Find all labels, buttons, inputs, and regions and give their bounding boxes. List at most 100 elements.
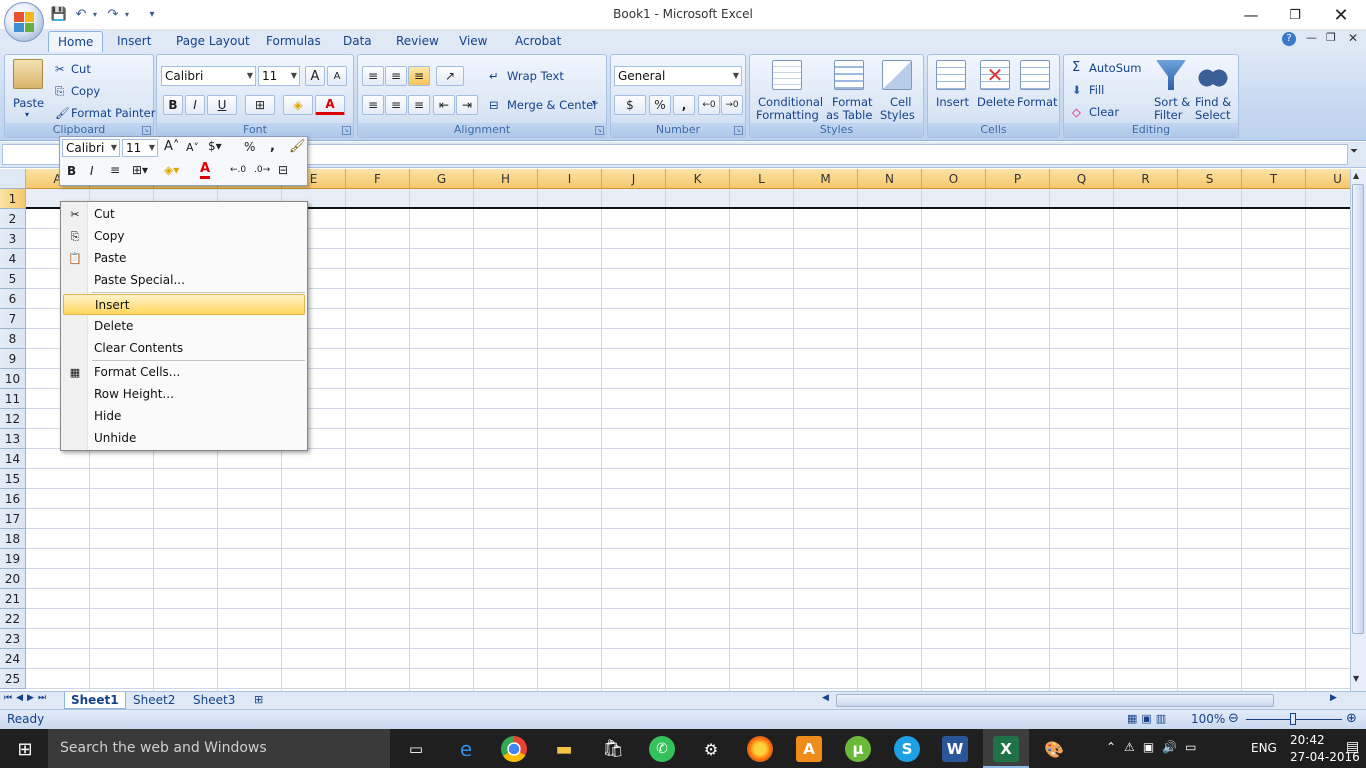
decrease-indent-icon[interactable]: ⇤ xyxy=(433,95,455,115)
chrome-icon[interactable] xyxy=(501,736,527,762)
format-painter-button[interactable]: Format Painter xyxy=(71,106,155,120)
system-tray-icons[interactable]: ⌃⚠▣🔊▭ xyxy=(1106,740,1204,754)
font-size-combo[interactable]: 11 ▼ xyxy=(258,66,300,86)
column-header[interactable]: Q xyxy=(1050,169,1114,189)
row-header[interactable]: 25 xyxy=(0,669,26,689)
task-view-icon[interactable]: ▭ xyxy=(403,736,429,762)
find-select-line1[interactable]: Find & xyxy=(1195,95,1231,109)
zoom-level[interactable]: 100% xyxy=(1191,712,1225,726)
column-header[interactable]: J xyxy=(602,169,666,189)
row-header[interactable]: 7 xyxy=(0,309,26,329)
mini-font-color-icon[interactable]: A xyxy=(200,162,211,179)
row-header[interactable]: 8 xyxy=(0,329,26,349)
clock-time[interactable]: 20:42 xyxy=(1290,733,1325,747)
font-name-combo[interactable]: Calibri ▼ xyxy=(161,66,256,86)
column-header[interactable]: I xyxy=(538,169,602,189)
tab-page-layout[interactable]: Page Layout xyxy=(167,31,259,52)
row-header[interactable]: 2 xyxy=(0,209,26,229)
mini-format-painter-icon[interactable]: 🖌 xyxy=(289,139,306,154)
mini-grow-font-icon[interactable]: A˄ xyxy=(164,139,179,154)
mini-increase-decimal-icon[interactable]: ←.0 xyxy=(230,165,246,175)
row-header[interactable]: 17 xyxy=(0,509,26,529)
menu-item-cut[interactable]: ✂ Cut xyxy=(63,204,305,225)
column-header[interactable]: H xyxy=(474,169,538,189)
find-select-line2[interactable]: Select xyxy=(1195,108,1230,122)
column-header[interactable]: U xyxy=(1306,169,1350,189)
mini-shrink-font-icon[interactable]: A˅ xyxy=(186,141,199,154)
scroll-down-icon[interactable]: ▼ xyxy=(1353,674,1359,683)
row-header[interactable]: 18 xyxy=(0,529,26,549)
close-button[interactable]: ✕ xyxy=(1318,0,1364,30)
tab-view[interactable]: View xyxy=(450,31,496,52)
font-launcher-icon[interactable]: ↘ xyxy=(342,126,351,135)
currency-icon[interactable]: $ xyxy=(614,95,646,115)
sheet-tab-sheet3[interactable]: Sheet3 xyxy=(187,692,241,709)
fill-color-icon[interactable]: ◈ xyxy=(283,95,313,115)
sort-filter-line1[interactable]: Sort & xyxy=(1154,95,1190,109)
zoom-slider-thumb[interactable] xyxy=(1290,713,1296,725)
copy-button[interactable]: Copy xyxy=(71,84,100,98)
mini-font-combo[interactable]: Calibri ▼ xyxy=(62,139,120,157)
excel-taskbar-active[interactable]: X xyxy=(983,729,1029,768)
scroll-up-icon[interactable]: ▲ xyxy=(1353,171,1359,180)
insert-cells-button[interactable]: Insert xyxy=(936,95,969,109)
mini-currency-icon[interactable]: $▾ xyxy=(208,139,222,153)
column-header[interactable]: S xyxy=(1178,169,1242,189)
menu-item-hide[interactable]: Hide xyxy=(63,406,305,427)
insert-sheet-icon[interactable]: ⊞ xyxy=(254,693,263,706)
file-explorer-icon[interactable]: ▬ xyxy=(551,736,577,762)
row-header[interactable]: 19 xyxy=(0,549,26,569)
tab-formulas[interactable]: Formulas xyxy=(257,31,330,52)
number-launcher-icon[interactable]: ↘ xyxy=(734,126,743,135)
notifications-icon[interactable]: ▤ xyxy=(1346,739,1359,755)
cell-styles-line1[interactable]: Cell xyxy=(890,95,912,109)
store-icon[interactable]: 🛍 xyxy=(600,736,626,762)
align-middle-icon[interactable]: ≡ xyxy=(385,66,407,86)
mini-italic-button[interactable]: I xyxy=(90,164,94,178)
select-all-corner[interactable] xyxy=(0,169,26,189)
fill-button[interactable]: Fill xyxy=(1089,83,1104,97)
paint-icon[interactable]: 🎨 xyxy=(1041,736,1067,762)
mini-borders-icon[interactable]: ⊞▾ xyxy=(132,163,148,177)
menu-item-paste-special[interactable]: Paste Special... xyxy=(63,270,305,291)
format-as-table-line2[interactable]: as Table xyxy=(826,108,872,122)
column-header[interactable]: T xyxy=(1242,169,1306,189)
horizontal-scroll-thumb[interactable] xyxy=(836,694,1274,707)
column-header[interactable]: G xyxy=(410,169,474,189)
ribbon-restore-icon[interactable]: ❐ xyxy=(1326,31,1336,44)
language-indicator[interactable]: ENG xyxy=(1251,741,1277,755)
zoom-in-icon[interactable]: ⊕ xyxy=(1346,711,1357,726)
tab-home[interactable]: Home xyxy=(48,31,104,52)
sheet-tab-sheet1[interactable]: Sheet1 xyxy=(64,692,126,709)
align-bottom-icon[interactable]: ≡ xyxy=(408,66,430,86)
scroll-left-icon[interactable]: ◀ xyxy=(822,693,829,703)
cut-button[interactable]: Cut xyxy=(71,62,91,76)
row-header[interactable]: 9 xyxy=(0,349,26,369)
find-select-icon[interactable] xyxy=(1198,60,1228,90)
windows-start-icon[interactable]: ⊞ xyxy=(12,736,38,762)
clipboard-launcher-icon[interactable]: ↘ xyxy=(142,126,151,135)
edge-icon[interactable]: e xyxy=(453,736,479,762)
expand-formula-bar-icon[interactable]: ⏷ xyxy=(1350,146,1358,157)
row-header[interactable]: 12 xyxy=(0,409,26,429)
row-header[interactable]: 5 xyxy=(0,269,26,289)
increase-decimal-icon[interactable]: ←0 xyxy=(698,95,720,115)
tab-review[interactable]: Review xyxy=(387,31,448,52)
mini-merge-icon[interactable]: ⊟ xyxy=(278,163,288,177)
font-color-icon[interactable]: A xyxy=(315,95,345,115)
firefox-icon[interactable] xyxy=(747,736,773,762)
wrap-text-button[interactable]: Wrap Text xyxy=(507,69,564,83)
merge-center-button[interactable]: Merge & Center xyxy=(507,98,598,112)
row-header[interactable]: 21 xyxy=(0,589,26,609)
ribbon-minimize-icon[interactable]: — xyxy=(1306,31,1317,44)
row-header[interactable]: 3 xyxy=(0,229,26,249)
bold-button[interactable]: B xyxy=(163,95,183,115)
row-header[interactable]: 14 xyxy=(0,449,26,469)
italic-button[interactable]: I xyxy=(185,95,205,115)
alignment-launcher-icon[interactable]: ↘ xyxy=(595,126,604,135)
row-header[interactable]: 10 xyxy=(0,369,26,389)
mini-comma-button[interactable]: , xyxy=(270,139,275,154)
column-header[interactable]: L xyxy=(730,169,794,189)
menu-item-paste[interactable]: 📋 Paste xyxy=(63,248,305,269)
row-header[interactable]: 1 xyxy=(0,189,26,209)
